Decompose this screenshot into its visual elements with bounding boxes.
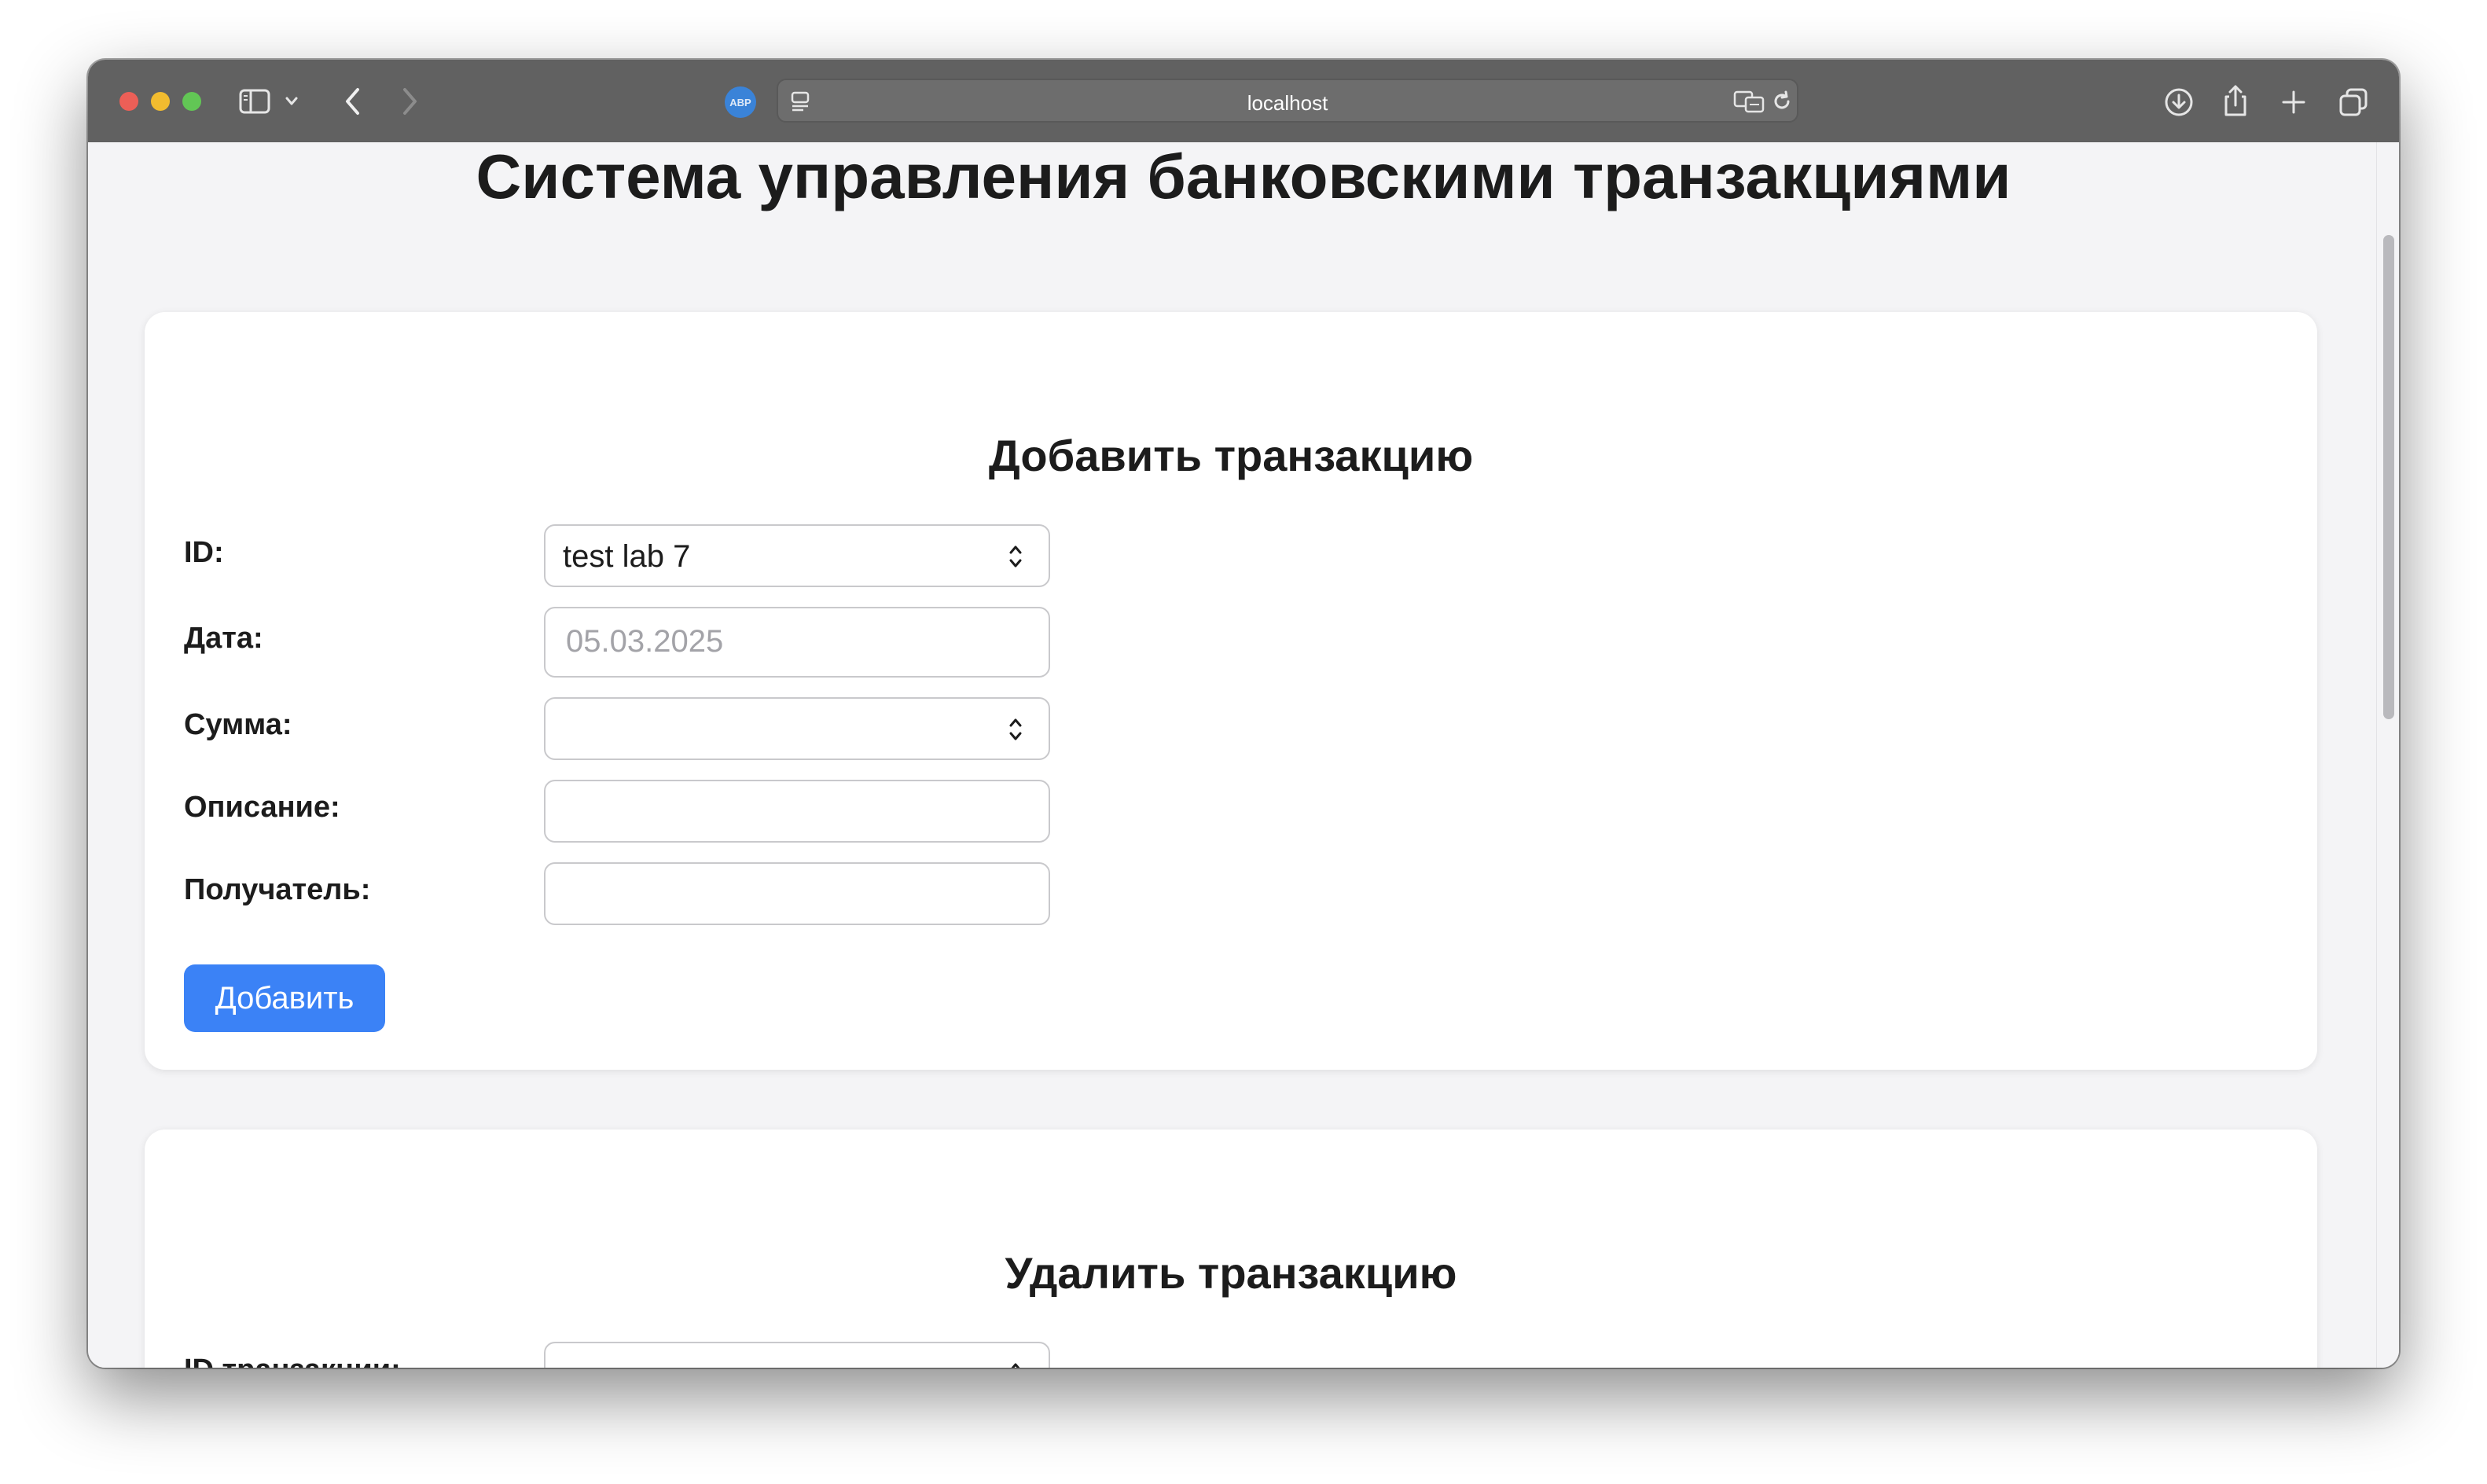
reload-icon[interactable] (1770, 90, 1794, 113)
sidebar-icon[interactable] (239, 89, 270, 114)
tab-overview-icon[interactable] (2338, 86, 2369, 118)
recipient-input[interactable] (544, 862, 1050, 925)
transaction-id-label: ID транзакции: (184, 1354, 401, 1368)
url-text: localhost (1247, 91, 1328, 115)
recipient-label: Получатель: (184, 873, 371, 906)
share-icon[interactable] (2221, 83, 2250, 118)
maximize-window-button[interactable] (182, 92, 201, 111)
amount-input[interactable] (544, 697, 1050, 760)
delete-transaction-card: Удалить транзакцию ID транзакции: (145, 1130, 2317, 1368)
address-bar[interactable]: localhost (777, 79, 1798, 123)
amount-label: Сумма: (184, 708, 292, 741)
date-label: Дата: (184, 622, 263, 655)
plus-icon[interactable] (2279, 88, 2308, 116)
description-input[interactable] (544, 780, 1050, 843)
forward-icon[interactable] (399, 86, 420, 116)
scrollbar-thumb[interactable] (2383, 235, 2394, 719)
add-transaction-heading: Добавить транзакцию (988, 431, 1474, 480)
id-input[interactable]: test lab 7 (544, 524, 1050, 587)
back-icon[interactable] (343, 86, 363, 116)
chevron-down-icon[interactable] (285, 96, 299, 107)
download-icon[interactable] (2163, 86, 2195, 118)
close-window-button[interactable] (119, 92, 138, 111)
browser-toolbar: ABP localhost (88, 60, 2399, 144)
add-transaction-button[interactable]: Добавить (184, 964, 385, 1032)
transaction-id-stepper-icon[interactable] (1006, 1358, 1025, 1368)
page-title: Система управления банковскими транзакци… (476, 142, 2011, 211)
scrollbar[interactable] (2376, 142, 2399, 1368)
date-input-placeholder: 05.03.2025 (566, 624, 724, 659)
abp-label: ABP (729, 97, 751, 108)
delete-transaction-heading: Удалить транзакцию (1005, 1248, 1457, 1298)
amount-stepper-icon[interactable] (1006, 714, 1025, 745)
id-input-value: test lab 7 (563, 539, 691, 574)
translate-icon[interactable] (1732, 90, 1765, 113)
browser-window: ABP localhost Система управления банковс… (88, 60, 2399, 1368)
add-transaction-card: Добавить транзакцию ID: test lab 7 Дата:… (145, 312, 2317, 1070)
description-label: Описание: (184, 791, 340, 824)
date-input[interactable]: 05.03.2025 (544, 607, 1050, 678)
id-label: ID: (184, 536, 224, 569)
minimize-window-button[interactable] (151, 92, 170, 111)
transaction-id-input[interactable] (544, 1342, 1050, 1368)
abp-icon[interactable]: ABP (723, 85, 758, 119)
id-stepper-icon[interactable] (1006, 541, 1025, 572)
page-content: Система управления банковскими транзакци… (88, 142, 2399, 1368)
